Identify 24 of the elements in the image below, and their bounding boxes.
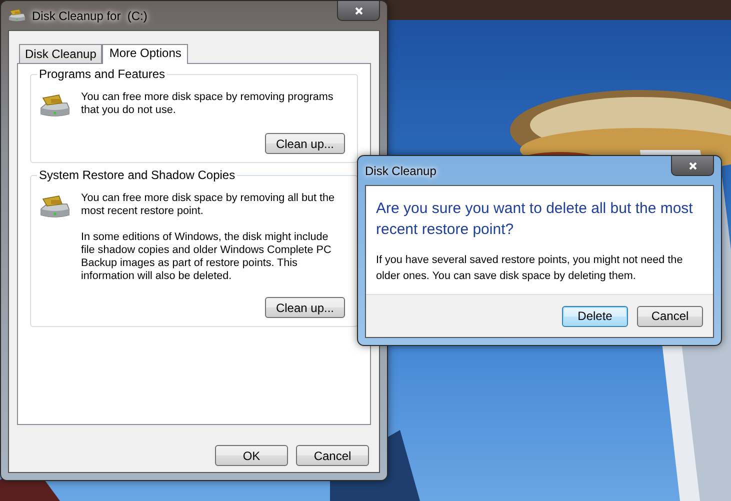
tab[interactable]: Disk Cleanup — [19, 44, 102, 63]
description-text: You can free more disk space by removing programs that you do not use. — [81, 91, 334, 117]
dialog-button[interactable]: Cancel — [637, 306, 703, 326]
drive-icon — [39, 194, 71, 220]
question-heading: Are you sure you want to delete all but the most recent restore point? — [376, 199, 694, 240]
close-button[interactable] — [337, 1, 380, 21]
dialog-button[interactable]: OK — [215, 445, 288, 466]
dialog-button[interactable]: Cancel — [296, 445, 369, 466]
clean-up-button[interactable]: Clean up... — [265, 297, 345, 318]
close-button[interactable] — [671, 156, 714, 176]
drive-icon — [8, 8, 26, 23]
group-title: System Restore and Shadow Copies — [37, 168, 238, 182]
clean-up-button[interactable]: Clean up... — [265, 133, 345, 154]
tab[interactable]: More Options — [102, 44, 188, 64]
dialog-button[interactable]: Delete — [562, 306, 628, 326]
description-text: You can free more disk space by removing all but the most recent restore point. — [81, 192, 336, 218]
close-icon — [354, 6, 364, 16]
close-icon — [688, 160, 698, 170]
dialog-title: Disk Cleanup — [365, 164, 438, 178]
group-title: Programs and Features — [37, 67, 168, 81]
window-title: Disk Cleanup for (C:) — [32, 8, 148, 22]
description-text: In some editions of Windows, the disk might include file shadow copies and older Windows Complete PC Backup images as part of restore points. This information will also be deleted. — [81, 231, 332, 283]
message-text: If you have several saved restore points, you might not need the older ones. You can save disk space by deleting them. — [376, 253, 684, 284]
drive-icon — [39, 93, 71, 119]
